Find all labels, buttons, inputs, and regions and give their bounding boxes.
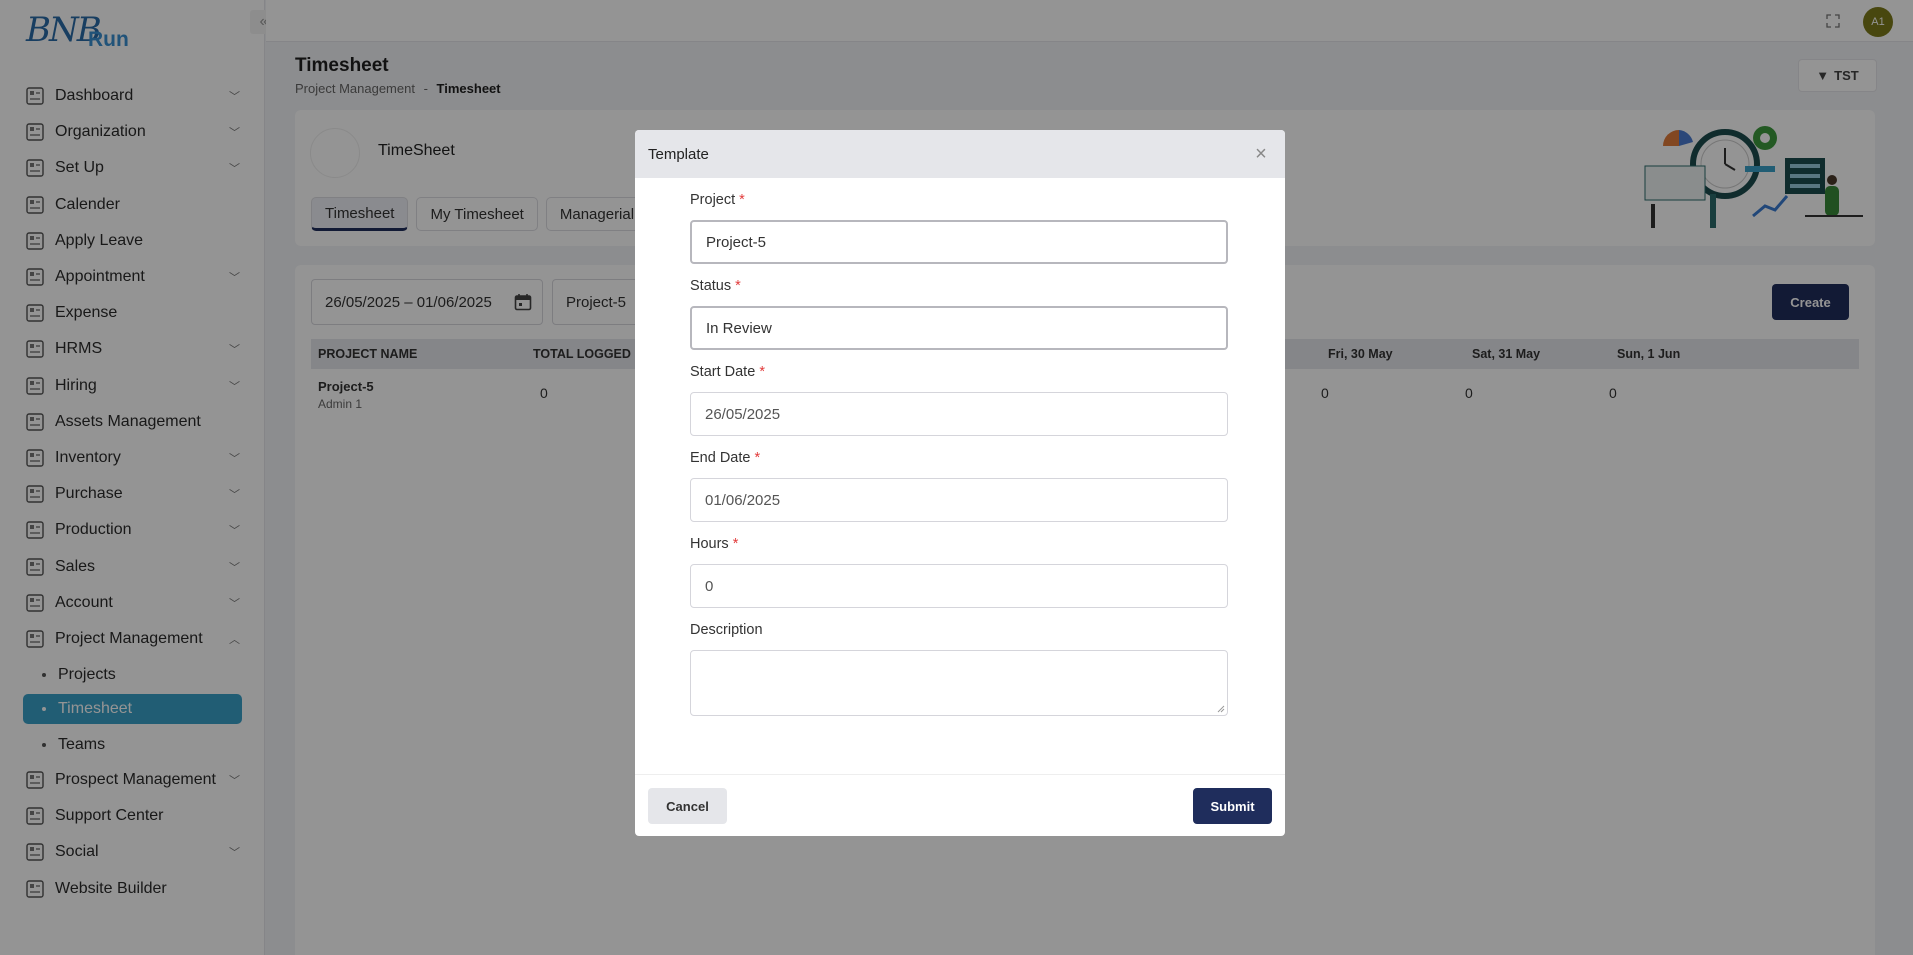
status-label: Status * [690, 278, 1230, 298]
required-marker: * [739, 192, 745, 208]
close-icon[interactable]: × [1251, 144, 1271, 164]
hours-label: Hours * [690, 536, 1230, 556]
modal-footer: Cancel Submit [635, 774, 1285, 836]
required-marker: * [732, 536, 739, 552]
required-marker: * [759, 364, 765, 380]
status-select[interactable]: In Review [690, 306, 1228, 350]
resize-handle-icon[interactable] [1217, 705, 1225, 713]
description-textarea[interactable] [690, 650, 1228, 716]
project-select[interactable]: Project-5 [690, 220, 1228, 264]
start-date-label: Start Date * [690, 364, 1230, 384]
cancel-button[interactable]: Cancel [648, 788, 727, 824]
template-modal: Template × Project * Project-5 Status * … [635, 130, 1285, 836]
project-label: Project * [690, 192, 1230, 212]
required-marker: * [735, 278, 741, 294]
end-date-label: End Date * [690, 450, 1230, 470]
start-date-input[interactable]: 26/05/2025 [690, 392, 1228, 436]
status-label-text: Status [690, 278, 732, 294]
submit-button[interactable]: Submit [1193, 788, 1272, 824]
start-date-label-text: Start Date [690, 364, 756, 380]
end-date-input[interactable]: 01/06/2025 [690, 478, 1228, 522]
modal-title: Template [648, 145, 709, 163]
end-date-label-text: End Date [690, 450, 751, 466]
project-label-text: Project [690, 192, 736, 208]
hours-input[interactable]: 0 [690, 564, 1228, 608]
description-label: Description [690, 622, 763, 638]
modal-form: Project * Project-5 Status * In Review S… [690, 192, 1230, 716]
hours-label-text: Hours [690, 536, 729, 552]
modal-header: Template × [635, 130, 1285, 178]
required-marker: * [754, 450, 761, 466]
